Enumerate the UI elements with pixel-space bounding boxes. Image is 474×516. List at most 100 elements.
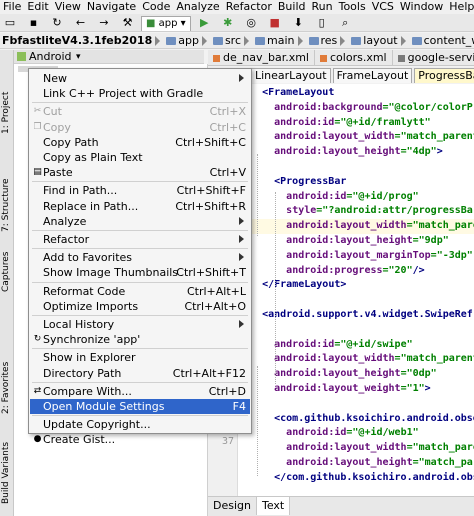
chevron-down-icon[interactable]: ▾: [76, 50, 81, 64]
menu-item-label: Replace in Path...: [43, 199, 139, 213]
menu-item-find-in-path[interactable]: Find in Path... Ctrl+Shift+F: [30, 183, 250, 198]
run-config-select[interactable]: ■ app ▾: [141, 16, 191, 31]
menu-item-show-image-thumbnails[interactable]: Show Image Thumbnails Ctrl+Shift+T: [30, 265, 250, 280]
breadcrumb-label: FbfastliteV4.3.1feb2018: [2, 34, 153, 47]
menu-item-copy-as-plain-text[interactable]: Copy as Plain Text: [30, 150, 250, 165]
menu-item-shortcut: F4: [232, 400, 246, 413]
project-panel-header: Android ▾: [14, 50, 204, 64]
folder-icon: [166, 37, 177, 45]
breadcrumb-label: main: [267, 34, 295, 47]
menu-item-open-module-settings[interactable]: Open Module Settings F4: [30, 399, 250, 414]
menu-item-reformat-code[interactable]: Reformat Code Ctrl+Alt+L: [30, 284, 250, 299]
back-icon[interactable]: ←: [73, 16, 89, 30]
tab-colors-xml[interactable]: colors.xml: [315, 50, 393, 65]
code-line: style="?android:attr/progressBarStyleHor…: [238, 204, 474, 219]
menu-edit[interactable]: Edit: [24, 0, 51, 14]
menu-tools[interactable]: Tools: [336, 0, 369, 14]
menu-item-replace-in-path[interactable]: Replace in Path... Ctrl+Shift+R: [30, 199, 250, 214]
avd-manager-icon[interactable]: ▯: [314, 16, 330, 30]
code-token: android:layout_width: [286, 442, 407, 454]
run-icon[interactable]: ▶: [196, 16, 212, 30]
save-icon[interactable]: ▪: [26, 16, 42, 30]
menu-item-refactor[interactable]: Refactor: [30, 232, 250, 247]
debug-icon[interactable]: ✱: [220, 16, 236, 30]
menu-view[interactable]: View: [52, 0, 84, 14]
menu-item-new[interactable]: New: [30, 71, 250, 86]
menu-item-shortcut: Ctrl+X: [209, 105, 246, 119]
menu-analyze[interactable]: Analyze: [173, 0, 222, 14]
menu-help[interactable]: Help: [446, 0, 474, 14]
menu-item-optimize-imports[interactable]: Optimize Imports Ctrl+Alt+O: [30, 299, 250, 314]
menu-item-update-copyright[interactable]: Update Copyright...: [30, 417, 250, 432]
menu-item-cut: ✂ Cut Ctrl+X: [30, 104, 250, 119]
menu-refactor[interactable]: Refactor: [223, 0, 275, 14]
search-icon[interactable]: ⌕: [337, 16, 353, 30]
menu-vcs[interactable]: VCS: [369, 0, 397, 14]
xml-crumb-linearlayout[interactable]: LinearLayout: [251, 68, 331, 83]
menu-file[interactable]: File: [0, 0, 24, 14]
forward-icon[interactable]: →: [96, 16, 112, 30]
tab-google-services[interactable]: google-services: [392, 50, 474, 65]
scissors-icon: ✂: [33, 106, 42, 117]
sdk-manager-icon[interactable]: ⬇: [290, 16, 306, 30]
menu-item-local-history[interactable]: Local History: [30, 317, 250, 332]
breadcrumb-item[interactable]: layout: [347, 33, 399, 48]
menu-navigate[interactable]: Navigate: [84, 0, 139, 14]
sync-icon[interactable]: ↻: [49, 16, 65, 30]
code-line: <ProgressBar: [238, 175, 346, 190]
menu-item-shortcut: Ctrl+Alt+L: [186, 284, 246, 298]
stop-icon[interactable]: ■: [267, 16, 283, 30]
breadcrumb-label: res: [320, 34, 338, 47]
menu-item-label: New: [43, 72, 67, 85]
breadcrumb-item[interactable]: src: [209, 33, 243, 48]
menu-item-shortcut: Ctrl+Shift+R: [175, 199, 246, 213]
chevron-right-icon: [239, 320, 244, 328]
menu-run[interactable]: Run: [309, 0, 336, 14]
open-folder-icon[interactable]: ▭: [2, 16, 18, 30]
project-view-select[interactable]: Android: [29, 50, 72, 64]
menu-separator: [32, 181, 248, 183]
menu-item-create-gist[interactable]: ● Create Gist...: [30, 432, 250, 447]
tab-de-nav-bar-xml[interactable]: de_nav_bar.xml: [208, 50, 315, 65]
menu-window[interactable]: Window: [397, 0, 446, 14]
breadcrumb-item[interactable]: main: [251, 33, 296, 48]
breadcrumb-separator-icon: [155, 36, 161, 46]
tool-tab-project[interactable]: 1: Project: [0, 92, 14, 152]
breadcrumb-separator-icon: [340, 36, 346, 46]
menu-item-link-c-project-with-gradle[interactable]: Link C++ Project with Gradle: [30, 86, 250, 101]
tool-tab-captures[interactable]: Captures: [0, 246, 14, 292]
menu-item-label: Local History: [43, 318, 115, 331]
tab-design[interactable]: Design: [208, 497, 257, 515]
compare-icon: ⇄: [33, 385, 42, 396]
attach-debugger-icon[interactable]: ◎: [243, 16, 259, 30]
menu-item-show-in-explorer[interactable]: Show in Explorer: [30, 350, 250, 365]
breadcrumb-item[interactable]: app: [162, 33, 201, 48]
xml-breadcrumbs: LinearLayoutFrameLayoutProgressBar: [250, 67, 474, 83]
menu-item-analyze[interactable]: Analyze: [30, 214, 250, 229]
tool-tab-structure[interactable]: 7: Structure: [0, 176, 14, 236]
menu-item-paste[interactable]: ▤ Paste Ctrl+V: [30, 165, 250, 180]
code-token: android:background: [274, 101, 383, 113]
breadcrumb-item[interactable]: FbfastliteV4.3.1feb2018: [0, 33, 154, 48]
build-hammer-icon[interactable]: ⚒: [120, 16, 136, 30]
xml-crumb-progressbar[interactable]: ProgressBar: [414, 68, 474, 83]
menu-build[interactable]: Build: [275, 0, 309, 14]
tool-tab-build-variants[interactable]: Build Variants: [0, 436, 14, 506]
menu-code[interactable]: Code: [139, 0, 173, 14]
menu-item-compare-with[interactable]: ⇄ Compare With... Ctrl+D: [30, 384, 250, 399]
menu-item-add-to-favorites[interactable]: Add to Favorites: [30, 250, 250, 265]
menu-item-synchronize-app[interactable]: ↻ Synchronize 'app': [30, 332, 250, 347]
code-token: android:id: [286, 427, 347, 439]
breadcrumb-item[interactable]: res: [305, 33, 340, 48]
breadcrumb-item[interactable]: content_webactivity.xml: [408, 33, 474, 48]
folder-icon: [255, 37, 266, 45]
code-editor[interactable]: <FrameLayout android:background="@color/…: [238, 84, 474, 496]
menu-item-directory-path[interactable]: Directory Path Ctrl+Alt+F12: [30, 366, 250, 381]
code-token: ="@+id/framlytt": [334, 116, 431, 128]
menu-item-label: Synchronize 'app': [43, 333, 141, 347]
tool-tab-favorites[interactable]: 2: Favorites: [0, 356, 14, 416]
tab-text[interactable]: Text: [256, 497, 291, 515]
menu-item-label: Show in Explorer: [43, 351, 136, 365]
menu-item-copy-path[interactable]: Copy Path Ctrl+Shift+C: [30, 135, 250, 150]
xml-crumb-framelayout[interactable]: FrameLayout: [332, 68, 413, 83]
